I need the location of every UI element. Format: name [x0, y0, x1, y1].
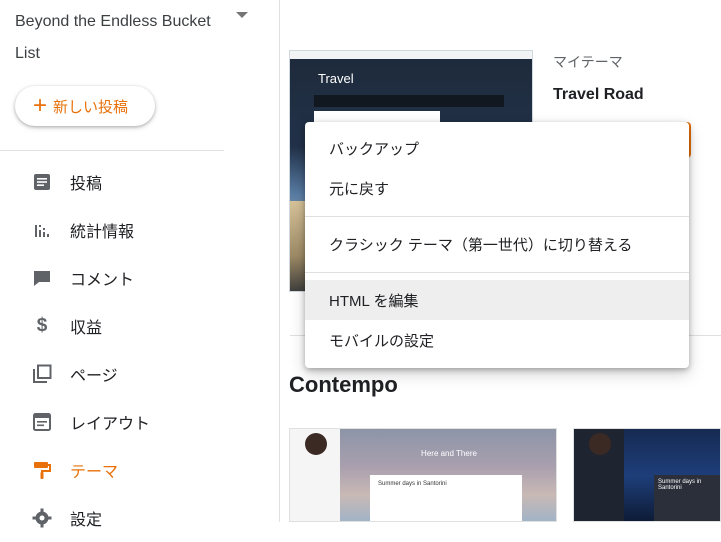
sidebar-item-comments[interactable]: コメント: [0, 254, 279, 302]
sidebar-item-label: 投稿: [70, 176, 103, 193]
menu-item-backup[interactable]: バックアップ: [305, 128, 689, 168]
sidebar-item-settings[interactable]: 設定: [0, 494, 279, 542]
chevron-down-icon[interactable]: [236, 12, 248, 18]
sidebar-divider: [0, 150, 224, 151]
thumbnail-post-card: Summer days in Santorini: [654, 475, 720, 521]
thumbnail-topbar: [290, 51, 532, 59]
my-theme-label: マイテーマ: [553, 54, 623, 70]
dollar-icon: $: [36, 315, 48, 336]
sidebar: Beyond the Endless Bucket List + 新しい投稿 投…: [0, 0, 280, 529]
sidebar-item-label: テーマ: [70, 464, 119, 481]
sidebar-item-label: ページ: [70, 368, 118, 385]
menu-item-edit-html[interactable]: HTML を編集: [305, 280, 689, 320]
thumbnail-post-title: Summer days in Santorini: [658, 479, 702, 491]
menu-item-switch-classic[interactable]: クラシック テーマ（第一世代）に切り替える: [305, 224, 689, 264]
thumbnail-post-title: Summer days in Santorini: [378, 481, 447, 487]
sidebar-item-label: 収益: [70, 320, 103, 337]
sidebar-item-label: コメント: [70, 272, 135, 289]
thumbnail-title: Travel: [318, 71, 354, 86]
sidebar-item-layout[interactable]: レイアウト: [0, 398, 279, 446]
layout-icon: [31, 411, 53, 433]
thumbnail-blog-title: Here and There: [421, 449, 477, 458]
sidebar-item-posts[interactable]: 投稿: [0, 158, 279, 206]
comment-icon: [31, 267, 53, 289]
sidebar-item-label: 統計情報: [70, 224, 135, 241]
theme-thumbnail-contempo-dark[interactable]: Summer days in Santorini: [573, 428, 721, 522]
my-theme-name: Travel Road: [553, 86, 644, 103]
pages-icon: [31, 363, 53, 385]
sidebar-item-theme[interactable]: テーマ: [0, 446, 279, 494]
avatar: [305, 433, 327, 455]
menu-item-restore[interactable]: 元に戻す: [305, 168, 689, 208]
plus-icon: +: [33, 92, 48, 119]
section-title: Contempo: [289, 372, 398, 397]
new-post-label: 新しい投稿: [53, 98, 129, 116]
sidebar-item-label: 設定: [70, 512, 103, 529]
thumbnail-post-card: Summer days in Santorini: [370, 475, 522, 521]
sidebar-item-earnings[interactable]: $ 収益: [0, 302, 279, 350]
stats-icon: [31, 219, 53, 241]
thumbnail-nav: [314, 95, 504, 107]
menu-divider: [305, 272, 689, 273]
theme-context-menu: バックアップ 元に戻す クラシック テーマ（第一世代）に切り替える HTML を…: [305, 122, 689, 368]
sidebar-item-pages[interactable]: ページ: [0, 350, 279, 398]
paint-roller-icon: [31, 459, 53, 481]
gear-icon: [31, 507, 53, 529]
menu-item-mobile-settings[interactable]: モバイルの設定: [305, 320, 689, 360]
sidebar-item-stats[interactable]: 統計情報: [0, 206, 279, 254]
menu-divider: [305, 216, 689, 217]
posts-icon: [31, 171, 53, 193]
blog-title[interactable]: Beyond the Endless Bucket List: [15, 6, 225, 70]
avatar: [589, 433, 611, 455]
new-post-button[interactable]: + 新しい投稿: [15, 86, 155, 126]
sidebar-item-label: レイアウト: [70, 416, 151, 433]
theme-thumbnail-contempo-light[interactable]: Here and There Summer days in Santorini: [289, 428, 557, 522]
